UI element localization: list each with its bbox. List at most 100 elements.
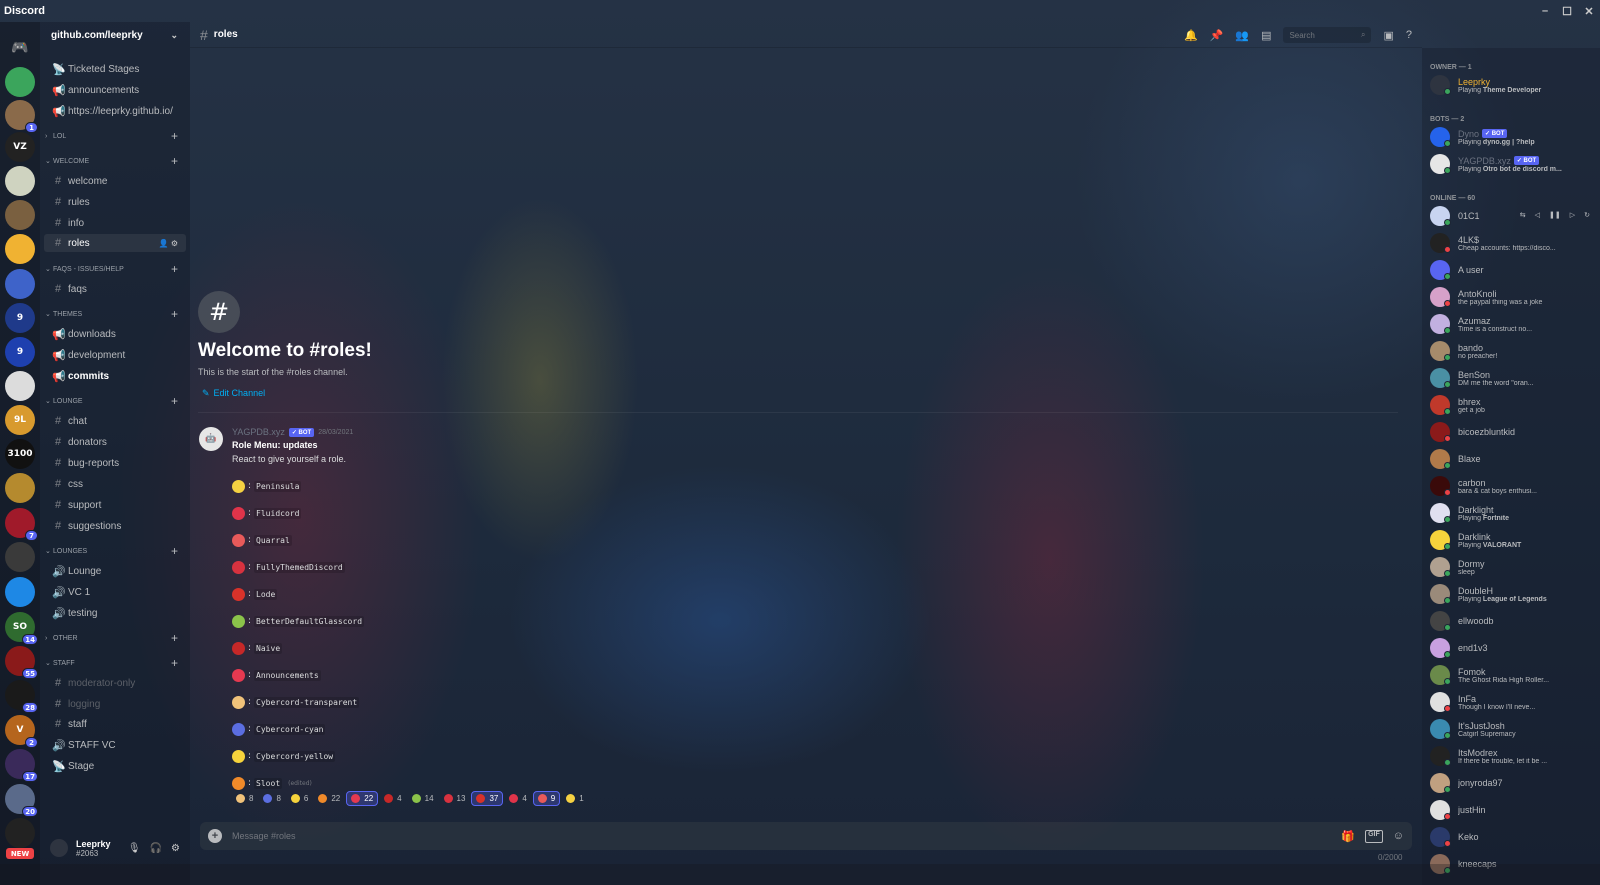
pin-icon[interactable]: 📌 bbox=[1210, 29, 1224, 42]
channel-chat[interactable]: # chat bbox=[44, 412, 186, 430]
member-item[interactable]: InFa Though I know I'll neve... bbox=[1430, 689, 1598, 715]
server-icon[interactable] bbox=[5, 166, 35, 196]
microphone-icon[interactable]: 🎙 bbox=[128, 843, 141, 854]
server-icon[interactable] bbox=[5, 234, 35, 264]
gear-icon[interactable]: ⚙ bbox=[171, 843, 180, 854]
media-control-icon[interactable]: ▷ bbox=[1570, 211, 1575, 219]
category-welcome[interactable]: ⌄ WELCOME + bbox=[40, 154, 190, 168]
add-channel-icon[interactable]: + bbox=[171, 544, 178, 558]
reaction-button[interactable]: 13 bbox=[440, 791, 470, 806]
server-icon[interactable]: 9 bbox=[5, 303, 35, 333]
message-input[interactable]: Message #roles bbox=[232, 831, 296, 841]
reaction-button[interactable]: 1 bbox=[562, 791, 587, 806]
bell-icon[interactable]: 🔔 bbox=[1184, 29, 1198, 42]
reaction-button[interactable]: 22 bbox=[346, 791, 379, 806]
channel-bug-reports[interactable]: # bug-reports bbox=[44, 454, 186, 472]
reaction-button[interactable]: 4 bbox=[380, 791, 405, 806]
reaction-button[interactable]: 4 bbox=[505, 791, 530, 806]
member-item[interactable]: 01C1 ⇆ ◁ ❚❚ ▷ ↻ bbox=[1430, 203, 1598, 229]
reaction-button[interactable]: 37 bbox=[471, 791, 504, 806]
add-channel-icon[interactable]: + bbox=[171, 262, 178, 276]
server-icon[interactable]: 9 bbox=[5, 337, 35, 367]
channel-stage[interactable]: 📡 Stage bbox=[44, 757, 186, 775]
add-channel-icon[interactable]: + bbox=[171, 656, 178, 670]
member-item[interactable]: DoubleH Playing League of Legends bbox=[1430, 581, 1598, 607]
gif-button[interactable]: GIF bbox=[1365, 829, 1383, 843]
maximize-button[interactable]: ☐ bbox=[1556, 0, 1578, 22]
media-control-icon[interactable]: ↻ bbox=[1584, 211, 1590, 219]
add-channel-icon[interactable]: + bbox=[171, 631, 178, 645]
member-item[interactable]: 4LK$ Cheap accounts: https://disco... bbox=[1430, 230, 1598, 256]
member-item[interactable]: jonyroda97 bbox=[1430, 770, 1598, 796]
member-item[interactable]: Dyno ✓ BOT Playing dyno.gg | ?help bbox=[1430, 124, 1598, 150]
member-item[interactable]: bando no preacher! bbox=[1430, 338, 1598, 364]
media-control-icon[interactable]: ◁ bbox=[1535, 211, 1540, 219]
server-icon[interactable] bbox=[5, 269, 35, 299]
channel-lounge[interactable]: 🔊 Lounge bbox=[44, 562, 186, 580]
channel-support[interactable]: # support bbox=[44, 496, 186, 514]
channel-commits[interactable]: 📢 commits bbox=[44, 367, 186, 385]
server-icon[interactable]: 17 bbox=[5, 749, 38, 782]
channel-vc-1[interactable]: 🔊 VC 1 bbox=[44, 583, 186, 601]
media-control-icon[interactable]: ❚❚ bbox=[1549, 211, 1561, 219]
channel-info[interactable]: # info bbox=[44, 214, 186, 232]
media-control-icon[interactable]: ⇆ bbox=[1520, 211, 1526, 219]
avatar[interactable] bbox=[50, 839, 68, 857]
add-channel-icon[interactable]: + bbox=[171, 394, 178, 408]
channel-moderator-only[interactable]: # moderator-only bbox=[44, 674, 186, 692]
reaction-button[interactable]: 9 bbox=[532, 791, 561, 806]
minimize-button[interactable]: – bbox=[1534, 0, 1556, 22]
channel-css[interactable]: # css bbox=[44, 475, 186, 493]
reaction-button[interactable]: 22 bbox=[314, 791, 344, 806]
server-icon[interactable]: 🎮 bbox=[5, 33, 35, 63]
guild-header[interactable]: github.com/leeprky ⌄ bbox=[40, 22, 190, 48]
channel-logging[interactable]: # logging bbox=[44, 695, 186, 713]
server-icon[interactable] bbox=[5, 371, 35, 401]
server-icon[interactable]: V2 bbox=[5, 715, 38, 748]
inbox-icon[interactable]: ▣ bbox=[1383, 29, 1393, 42]
channel-testing[interactable]: 🔊 testing bbox=[44, 604, 186, 622]
avatar[interactable]: 🤖 bbox=[199, 427, 223, 451]
server-icon[interactable]: 3100 bbox=[5, 439, 35, 469]
channel-faqs[interactable]: # faqs bbox=[44, 280, 186, 298]
server-icon[interactable]: 1 bbox=[5, 100, 38, 133]
member-item[interactable]: AntoKnoli the paypal thing was a joke bbox=[1430, 284, 1598, 310]
threads-icon[interactable]: ▤ bbox=[1261, 29, 1271, 42]
member-item[interactable]: BenSon DM me the word "oran... bbox=[1430, 365, 1598, 391]
category-staff[interactable]: ⌄ STAFF + bbox=[40, 656, 190, 670]
category-other[interactable]: › OTHER + bbox=[40, 631, 190, 645]
add-channel-icon[interactable]: + bbox=[171, 307, 178, 321]
member-item[interactable]: It'sJustJosh Catgirl Supremacy bbox=[1430, 716, 1598, 742]
member-item[interactable]: Fomok The Ghost Rida High Roller... bbox=[1430, 662, 1598, 688]
channel-roles[interactable]: # roles 👤⚙ bbox=[44, 234, 186, 252]
member-item[interactable]: ellwoodb bbox=[1430, 608, 1598, 634]
reaction-button[interactable]: 8 bbox=[259, 791, 284, 806]
channel-announcements[interactable]: 📢 announcements bbox=[44, 81, 186, 99]
server-icon[interactable] bbox=[5, 542, 35, 572]
channel-welcome[interactable]: # welcome bbox=[44, 172, 186, 190]
member-item[interactable]: ItsModrex If there be trouble, let it be … bbox=[1430, 743, 1598, 769]
member-item[interactable]: Blaxe bbox=[1430, 446, 1598, 472]
channel-staff[interactable]: # staff bbox=[44, 715, 186, 733]
member-item[interactable]: Darklink Playing VALORANT bbox=[1430, 527, 1598, 553]
server-icon[interactable] bbox=[5, 67, 35, 97]
member-item[interactable]: Dormy sleep bbox=[1430, 554, 1598, 580]
members-icon[interactable]: 👥 bbox=[1235, 29, 1249, 42]
channel-suggestions[interactable]: # suggestions bbox=[44, 517, 186, 535]
headphones-icon[interactable]: 🎧 bbox=[150, 843, 162, 854]
server-icon[interactable] bbox=[5, 577, 35, 607]
member-item[interactable]: bicoezbluntkid bbox=[1430, 419, 1598, 445]
server-icon[interactable]: 28 bbox=[5, 680, 38, 713]
member-item[interactable]: end1v3 bbox=[1430, 635, 1598, 661]
server-icon[interactable] bbox=[5, 200, 35, 230]
channel-donators[interactable]: # donators bbox=[44, 433, 186, 451]
category-faqs-issues-help[interactable]: ⌄ FAQS - ISSUES/HELP + bbox=[40, 262, 190, 276]
edit-channel-link[interactable]: ✎ Edit Channel bbox=[202, 388, 265, 399]
add-attachment-button[interactable]: + bbox=[208, 829, 222, 843]
channel-development[interactable]: 📢 development bbox=[44, 346, 186, 364]
server-icon[interactable]: SO 14 bbox=[5, 612, 38, 645]
search-input[interactable]: Search ⌕ bbox=[1283, 27, 1372, 43]
reaction-button[interactable]: 8 bbox=[232, 791, 257, 806]
channel-staff-vc[interactable]: 🔊 STAFF VC bbox=[44, 736, 186, 754]
member-item[interactable]: carbon bara & cat boys enthusi... bbox=[1430, 473, 1598, 499]
